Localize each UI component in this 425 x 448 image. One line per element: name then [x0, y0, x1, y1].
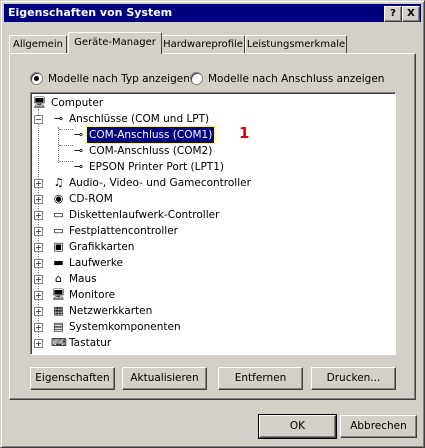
port-icon: ⊸ — [73, 160, 84, 173]
radio-dot — [190, 71, 203, 85]
system-properties-window: Eigenschaften von System ? X Allgemein G… — [0, 0, 425, 448]
device-tree[interactable]: 🖥 Computer − ⊸ Anschlüsse (COM und LPT) … — [30, 92, 396, 355]
computer-icon: 🖥 — [32, 96, 47, 109]
radio-dot-selected — [30, 71, 43, 85]
speaker-icon: ♫ — [53, 176, 64, 189]
tab-hardwareprofile[interactable]: Hardwareprofile — [161, 35, 245, 53]
print-button[interactable]: Drucken... — [311, 367, 396, 390]
expand-icon[interactable]: + — [34, 291, 43, 300]
title-bar[interactable]: Eigenschaften von System ? X — [4, 4, 421, 22]
expand-icon[interactable]: + — [34, 339, 43, 348]
tree-node-label: Monitore — [69, 289, 116, 301]
expand-icon[interactable]: + — [34, 323, 43, 332]
cdrom-icon: ◉ — [53, 192, 64, 205]
tree-node-label: Festplattencontroller — [69, 225, 178, 237]
tree-node-label: CD-ROM — [69, 193, 113, 205]
system-icon: ▤ — [53, 320, 64, 333]
controller-icon: ▭ — [53, 208, 64, 221]
port-icon: ⊸ — [53, 112, 64, 125]
tree-node-label-selected: COM-Anschluss (COM1) — [85, 126, 216, 144]
device-manager-panel: Modelle nach Typ anzeigen Modelle nach A… — [9, 53, 416, 400]
tree-node-label: EPSON Printer Port (LPT1) — [89, 161, 224, 173]
window-title: Eigenschaften von System — [8, 6, 173, 19]
tree-node-label: Computer — [51, 97, 104, 109]
expand-icon[interactable]: + — [34, 227, 43, 236]
tab-allgemein[interactable]: Allgemein — [9, 35, 67, 53]
radio-by-connection-label: Modelle nach Anschluss anzeigen — [208, 73, 385, 85]
drive-icon: ▬ — [53, 256, 64, 269]
mouse-icon: ⌂ — [55, 272, 62, 285]
radio-by-connection[interactable]: Modelle nach Anschluss anzeigen — [190, 71, 384, 87]
expand-icon[interactable]: + — [34, 211, 43, 220]
expand-icon[interactable]: + — [34, 179, 43, 188]
expand-icon[interactable]: + — [34, 307, 43, 316]
monitor-icon: 🖥 — [51, 288, 66, 301]
tree-node-label: Tastatur — [69, 337, 112, 349]
display-adapter-icon: ▣ — [53, 240, 64, 253]
tab-geraete-manager[interactable]: Geräte-Manager — [68, 32, 162, 54]
close-button[interactable]: X — [402, 6, 420, 22]
tree-node-label: Maus — [69, 273, 97, 285]
network-card-icon: ▦ — [53, 304, 64, 317]
radio-by-type-label: Modelle nach Typ anzeigen — [48, 73, 190, 85]
expand-icon[interactable]: + — [34, 275, 43, 284]
expand-icon[interactable]: + — [34, 195, 43, 204]
tree-connector — [38, 109, 39, 337]
port-icon: ⊸ — [73, 128, 84, 141]
tab-leistungsmerkmale[interactable]: Leistungsmerkmale — [245, 35, 347, 53]
refresh-button[interactable]: Aktualisieren — [122, 367, 207, 390]
collapse-icon[interactable]: − — [34, 115, 43, 124]
keyboard-icon: ⌨ — [51, 336, 67, 349]
ok-button[interactable]: OK — [258, 414, 337, 439]
tree-node-label: Grafikkarten — [69, 241, 135, 253]
cancel-button[interactable]: Abbrechen — [340, 415, 417, 438]
annotation-marker: 1 — [239, 124, 250, 142]
tree-node-label: Netzwerkkarten — [69, 305, 153, 317]
properties-button[interactable]: Eigenschaften — [30, 367, 115, 390]
tree-node-label: Audio-, Video- und Gamecontroller — [69, 177, 251, 189]
remove-button[interactable]: Entfernen — [218, 367, 303, 390]
port-icon: ⊸ — [73, 144, 84, 157]
radio-by-type[interactable]: Modelle nach Typ anzeigen — [30, 71, 190, 87]
tree-node-label: Systemkomponenten — [69, 321, 181, 333]
tree-node-label: COM-Anschluss (COM2) — [89, 145, 213, 157]
expand-icon[interactable]: + — [34, 259, 43, 268]
tree-node-label: Anschlüsse (COM und LPT) — [69, 113, 210, 125]
tree-node-label: Diskettenlaufwerk-Controller — [69, 209, 220, 221]
help-button[interactable]: ? — [384, 6, 402, 22]
expand-icon[interactable]: + — [34, 243, 43, 252]
controller-icon: ▭ — [53, 224, 64, 237]
tree-node-label: Laufwerke — [69, 257, 123, 269]
